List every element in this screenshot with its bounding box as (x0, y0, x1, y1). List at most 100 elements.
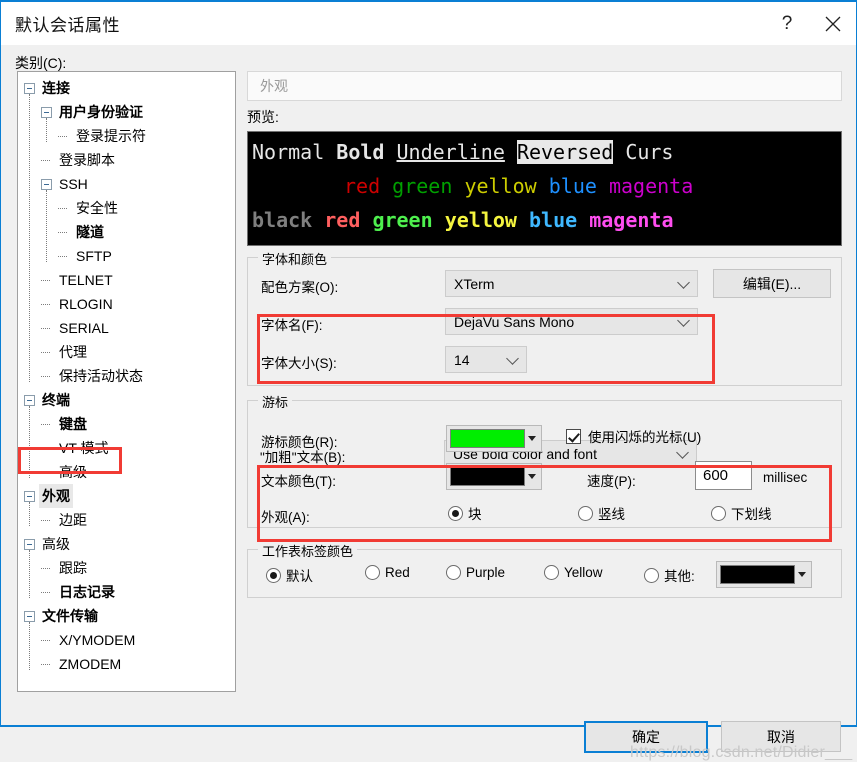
tree-item[interactable]: 高级 (18, 460, 235, 484)
tree-item[interactable]: 安全性 (18, 196, 235, 220)
tree-item-label: 跟踪 (59, 560, 87, 576)
cursor-shape-underline[interactable]: 下划线 (711, 503, 772, 523)
tree-item-label: 外观 (39, 484, 73, 508)
cursor-color-picker[interactable] (446, 425, 542, 452)
tree-item[interactable]: 连接 (18, 76, 235, 100)
tree-leaf-connector-icon (41, 587, 52, 598)
color-scheme-value: XTerm (454, 275, 495, 292)
tree-item[interactable]: 用户身份验证 (18, 100, 235, 124)
font-size-dropdown[interactable]: 14 (445, 346, 527, 373)
tree-item[interactable]: 文件传输 (18, 604, 235, 628)
text-color-label: 文本颜色(T): (261, 474, 336, 489)
text-color-picker[interactable] (446, 463, 542, 490)
cursor-appearance-label: 外观(A): (261, 510, 310, 525)
cursor-shape-vertical-line[interactable]: 竖线 (578, 503, 625, 523)
preview-bright-green: green (372, 208, 433, 232)
tree-item[interactable]: 隧道 (18, 220, 235, 244)
tree-item-label: TELNET (59, 272, 113, 288)
tree-item-label: 高级 (59, 464, 87, 480)
tree-item[interactable]: TELNET (18, 268, 235, 292)
category-label: 类别(C): (15, 55, 67, 71)
tree-expander-icon[interactable] (24, 610, 35, 622)
tree-guide-line (29, 406, 30, 478)
tree-item[interactable]: 外观 (18, 484, 235, 508)
tree-guide-line (29, 622, 30, 670)
tab-color-yellow[interactable]: Yellow (544, 565, 603, 580)
tab-other-color-swatch (720, 565, 795, 584)
radio-dot-icon (448, 505, 463, 521)
tab-color-purple[interactable]: Purple (446, 565, 505, 580)
font-name-dropdown[interactable]: DejaVu Sans Mono (445, 308, 698, 335)
tree-item[interactable]: VT 模式 (18, 436, 235, 460)
tree-item[interactable]: SSH (18, 172, 235, 196)
tree-item[interactable]: 保持活动状态 (18, 364, 235, 388)
edit-scheme-button[interactable]: 编辑(E)... (713, 269, 831, 298)
tree-guide-line (29, 94, 30, 382)
tree-item[interactable]: 高级 (18, 532, 235, 556)
tree-item[interactable]: 边距 (18, 508, 235, 532)
tree-leaf-connector-icon (58, 227, 69, 238)
tab-color-red[interactable]: Red (365, 565, 410, 580)
tree-leaf-connector-icon (41, 635, 52, 646)
tree-item-label: 保持活动状态 (59, 368, 143, 384)
chevron-down-icon (506, 351, 519, 365)
blink-speed-input[interactable]: 600 (695, 461, 752, 490)
tree-guide-line (46, 118, 47, 142)
tree-item[interactable]: 终端 (18, 388, 235, 412)
close-icon[interactable] (810, 2, 856, 45)
radio-dot-icon (711, 505, 726, 521)
tree-item[interactable]: 登录脚本 (18, 148, 235, 172)
font-name-label: 字体名(F): (261, 318, 323, 333)
cursor-group: 游标 游标颜色(R): 使用闪烁的光标(U) 文本颜色(T): 速度(P): 6… (247, 392, 842, 528)
tab-color-default[interactable]: 默认 (266, 565, 313, 585)
cursor-shape-underline-label: 下划线 (731, 507, 772, 522)
preview-reversed-text: Reversed (516, 140, 614, 164)
text-color-swatch (450, 467, 525, 486)
cursor-shape-block[interactable]: 块 (448, 503, 482, 523)
tree-item[interactable]: SERIAL (18, 316, 235, 340)
tree-leaf-connector-icon (58, 251, 69, 262)
preview-dim-green: green (392, 174, 453, 198)
help-button[interactable]: ? (764, 2, 810, 45)
tree-item[interactable]: X/YMODEM (18, 628, 235, 652)
tab-other-color-picker[interactable] (716, 561, 812, 588)
preview-row-2: red green yellow blue magenta (252, 169, 841, 203)
tab-group-title: 工作表标签颜色 (258, 541, 358, 560)
watermark-text: https://blog.csdn.net/Didier___ (630, 744, 853, 761)
color-scheme-dropdown[interactable]: XTerm (445, 270, 698, 297)
cursor-shape-vertical-line-label: 竖线 (598, 507, 625, 522)
tree-item[interactable]: 键盘 (18, 412, 235, 436)
tree-expander-icon[interactable] (24, 490, 35, 502)
tree-item[interactable]: ZMODEM (18, 652, 235, 676)
tree-expander-icon[interactable] (41, 106, 52, 118)
radio-dot-icon (544, 565, 559, 580)
preview-dim-red: red (344, 174, 381, 198)
tree-expander-icon[interactable] (41, 178, 52, 190)
tab-color-other[interactable]: 其他: (644, 565, 695, 585)
tree-item[interactable]: 登录提示符 (18, 124, 235, 148)
preview-row-1: Normal Bold Underline Reversed Curs (252, 135, 841, 169)
tree-leaf-connector-icon (41, 299, 52, 310)
cursor-group-title: 游标 (258, 392, 293, 411)
dialog-body: 类别(C): 连接 用户身份验证 登录提示符 登录脚本 SSH 安全性隧道 SFTP TELN… (0, 45, 857, 761)
tree-expander-icon[interactable] (24, 538, 35, 550)
blink-speed-label: 速度(P): (587, 474, 636, 489)
tree-item[interactable]: 跟踪 (18, 556, 235, 580)
tree-expander-icon[interactable] (24, 82, 35, 94)
title-bar: 默认会话属性 ? (0, 0, 857, 45)
tab-color-yellow-label: Yellow (564, 565, 603, 580)
blinking-cursor-checkbox[interactable]: 使用闪烁的光标(U) (566, 426, 701, 446)
font-group-title: 字体和颜色 (258, 249, 332, 268)
window-controls: ? (764, 2, 856, 45)
tree-item[interactable]: 日志记录 (18, 580, 235, 604)
tree-item[interactable]: 代理 (18, 340, 235, 364)
tree-item[interactable]: SFTP (18, 244, 235, 268)
tab-color-other-label: 其他: (664, 569, 695, 584)
tree-item-label: 文件传输 (42, 608, 98, 624)
tree-item-label: VT 模式 (59, 440, 109, 456)
tree-item-label: SERIAL (59, 320, 109, 336)
tree-item[interactable]: RLOGIN (18, 292, 235, 316)
category-tree[interactable]: 连接 用户身份验证 登录提示符 登录脚本 SSH 安全性隧道 SFTP TELNET RLOGI… (17, 71, 236, 692)
tree-item-label: 安全性 (76, 200, 118, 216)
tree-expander-icon[interactable] (24, 394, 35, 406)
